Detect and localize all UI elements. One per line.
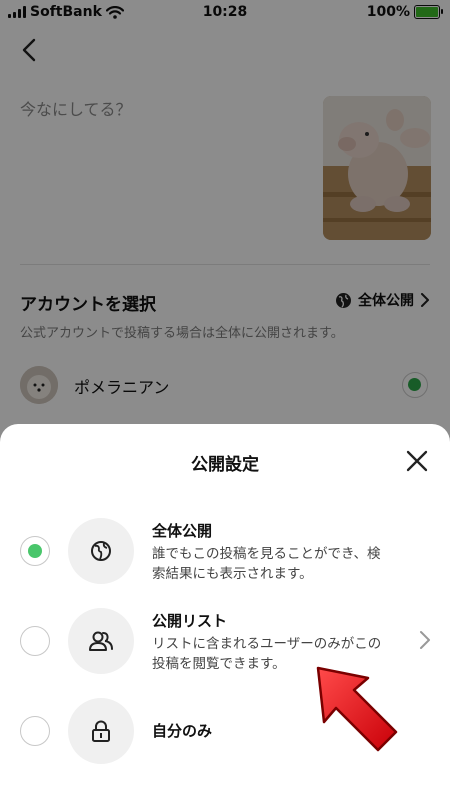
option-title: 公開リスト — [152, 612, 228, 630]
radio-public[interactable] — [20, 536, 50, 566]
people-icon — [89, 631, 113, 651]
radio-only-me[interactable] — [20, 716, 50, 746]
globe-icon — [91, 541, 111, 561]
option-icon-circle — [68, 608, 134, 674]
option-description: 誰でもこの投稿を見ることができ、検索結果にも表示されます。 — [152, 546, 381, 582]
option-icon-circle — [68, 698, 134, 764]
chevron-right-icon[interactable] — [418, 630, 432, 650]
option-title: 自分のみ — [152, 722, 213, 740]
lock-icon — [92, 720, 110, 742]
sheet-title: 公開設定 — [191, 455, 259, 475]
red-arrow-annotation — [316, 666, 398, 752]
close-icon[interactable] — [404, 448, 430, 474]
option-icon-circle — [68, 518, 134, 584]
option-title: 全体公開 — [152, 522, 213, 540]
option-public[interactable]: 全体公開 誰でもこの投稿を見ることができ、検索結果にも表示されます。 — [0, 514, 450, 600]
radio-public-list[interactable] — [20, 626, 50, 656]
